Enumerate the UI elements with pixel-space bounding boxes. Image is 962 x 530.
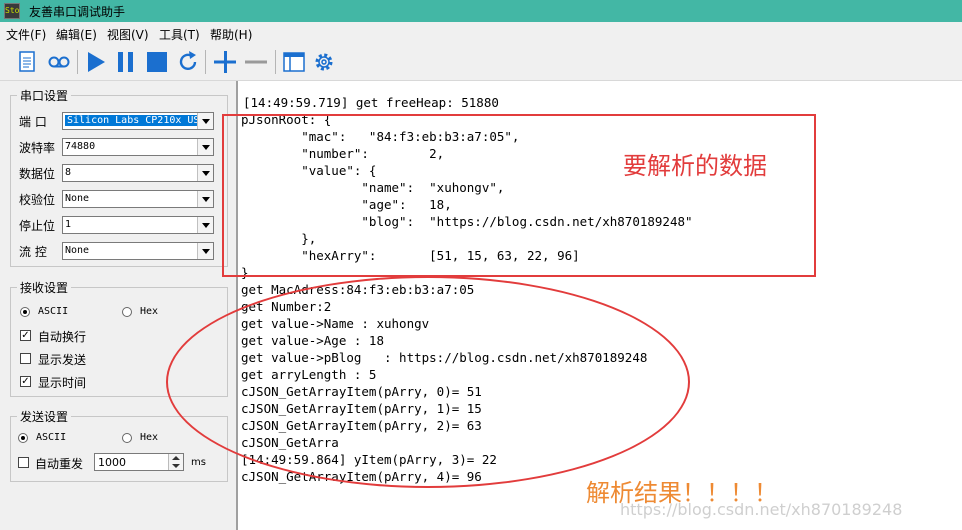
toolbar-separator	[275, 50, 276, 74]
receive-settings-title: 接收设置	[17, 279, 72, 296]
data-highlight-rectangle	[222, 114, 816, 277]
show-time-label: 显示时间	[38, 376, 87, 390]
menu-view[interactable]: 视图(V)	[107, 26, 149, 43]
port-select[interactable]: Silicon Labs CP210x US	[62, 112, 214, 130]
show-send-checkbox[interactable]	[20, 353, 31, 364]
interval-unit-label: ms	[191, 457, 206, 468]
auto-resend-checkbox[interactable]	[18, 457, 29, 468]
minus-icon[interactable]	[243, 49, 269, 75]
refresh-icon[interactable]	[175, 49, 201, 75]
chevron-down-icon	[197, 113, 213, 129]
resend-interval-input[interactable]: 1000	[94, 453, 184, 471]
send-settings-title: 发送设置	[17, 408, 72, 425]
chevron-down-icon	[197, 217, 213, 233]
send-hex-radio[interactable]	[122, 433, 132, 443]
receive-ascii-radio[interactable]	[20, 307, 30, 317]
menu-file[interactable]: 文件(F)	[6, 26, 46, 43]
chevron-down-icon	[197, 165, 213, 181]
serial-settings-title: 串口设置	[17, 87, 72, 104]
title-bar: Sto 友善串口调试助手	[0, 0, 962, 22]
window-icon[interactable]	[281, 49, 307, 75]
receive-ascii-label: ASCII	[38, 306, 69, 317]
gear-icon[interactable]	[311, 49, 337, 75]
menu-help[interactable]: 帮助(H)	[210, 26, 252, 43]
parity-select[interactable]: None	[62, 190, 214, 208]
databits-select[interactable]: 8	[62, 164, 214, 182]
result-highlight-ellipse	[166, 276, 690, 488]
chevron-down-icon	[197, 139, 213, 155]
menu-bar: 文件(F) 编辑(E) 视图(V) 工具(T) 帮助(H)	[0, 22, 962, 44]
annotation-data-to-parse: 要解析的数据	[623, 152, 767, 180]
baud-select[interactable]: 74880	[62, 138, 214, 156]
port-label: 端 口	[19, 115, 47, 129]
toolbar-separator	[205, 50, 206, 74]
show-send-label: 显示发送	[38, 353, 87, 367]
plus-icon[interactable]	[212, 49, 238, 75]
parity-label: 校验位	[19, 193, 56, 207]
toolbar-separator	[77, 50, 78, 74]
output-line: [14:49:59.719] get freeHeap: 51880	[243, 95, 499, 110]
show-time-checkbox[interactable]: ✓	[20, 376, 31, 387]
send-ascii-label: ASCII	[36, 432, 67, 443]
settings-pane: 串口设置 端 口 Silicon Labs CP210x US 波特率 7488…	[0, 81, 236, 530]
menu-tools[interactable]: 工具(T)	[159, 26, 200, 43]
watermark: https://blog.csdn.net/xh870189248	[620, 500, 903, 519]
auto-wrap-checkbox[interactable]: ✓	[20, 330, 31, 341]
record-icon[interactable]	[46, 49, 72, 75]
chevron-down-icon	[197, 191, 213, 207]
pause-icon[interactable]	[113, 49, 139, 75]
stopbits-label: 停止位	[19, 219, 56, 233]
databits-label: 数据位	[19, 167, 56, 181]
menu-edit[interactable]: 编辑(E)	[56, 26, 97, 43]
chevron-down-icon	[197, 243, 213, 259]
window-title: 友善串口调试助手	[29, 5, 126, 19]
send-ascii-radio[interactable]	[18, 433, 28, 443]
baud-label: 波特率	[19, 141, 56, 155]
stop-icon[interactable]	[144, 49, 170, 75]
flow-select[interactable]: None	[62, 242, 214, 260]
flow-label: 流 控	[19, 245, 47, 259]
toolbar	[0, 44, 962, 81]
stopbits-select[interactable]: 1	[62, 216, 214, 234]
spinner-arrows-icon[interactable]	[168, 454, 183, 470]
new-file-icon[interactable]	[14, 49, 40, 75]
send-hex-label: Hex	[140, 432, 159, 443]
receive-hex-label: Hex	[140, 306, 159, 317]
auto-resend-label: 自动重发	[35, 457, 84, 471]
app-icon: Sto	[4, 3, 20, 19]
receive-hex-radio[interactable]	[122, 307, 132, 317]
play-icon[interactable]	[83, 49, 109, 75]
auto-wrap-label: 自动换行	[38, 330, 87, 344]
